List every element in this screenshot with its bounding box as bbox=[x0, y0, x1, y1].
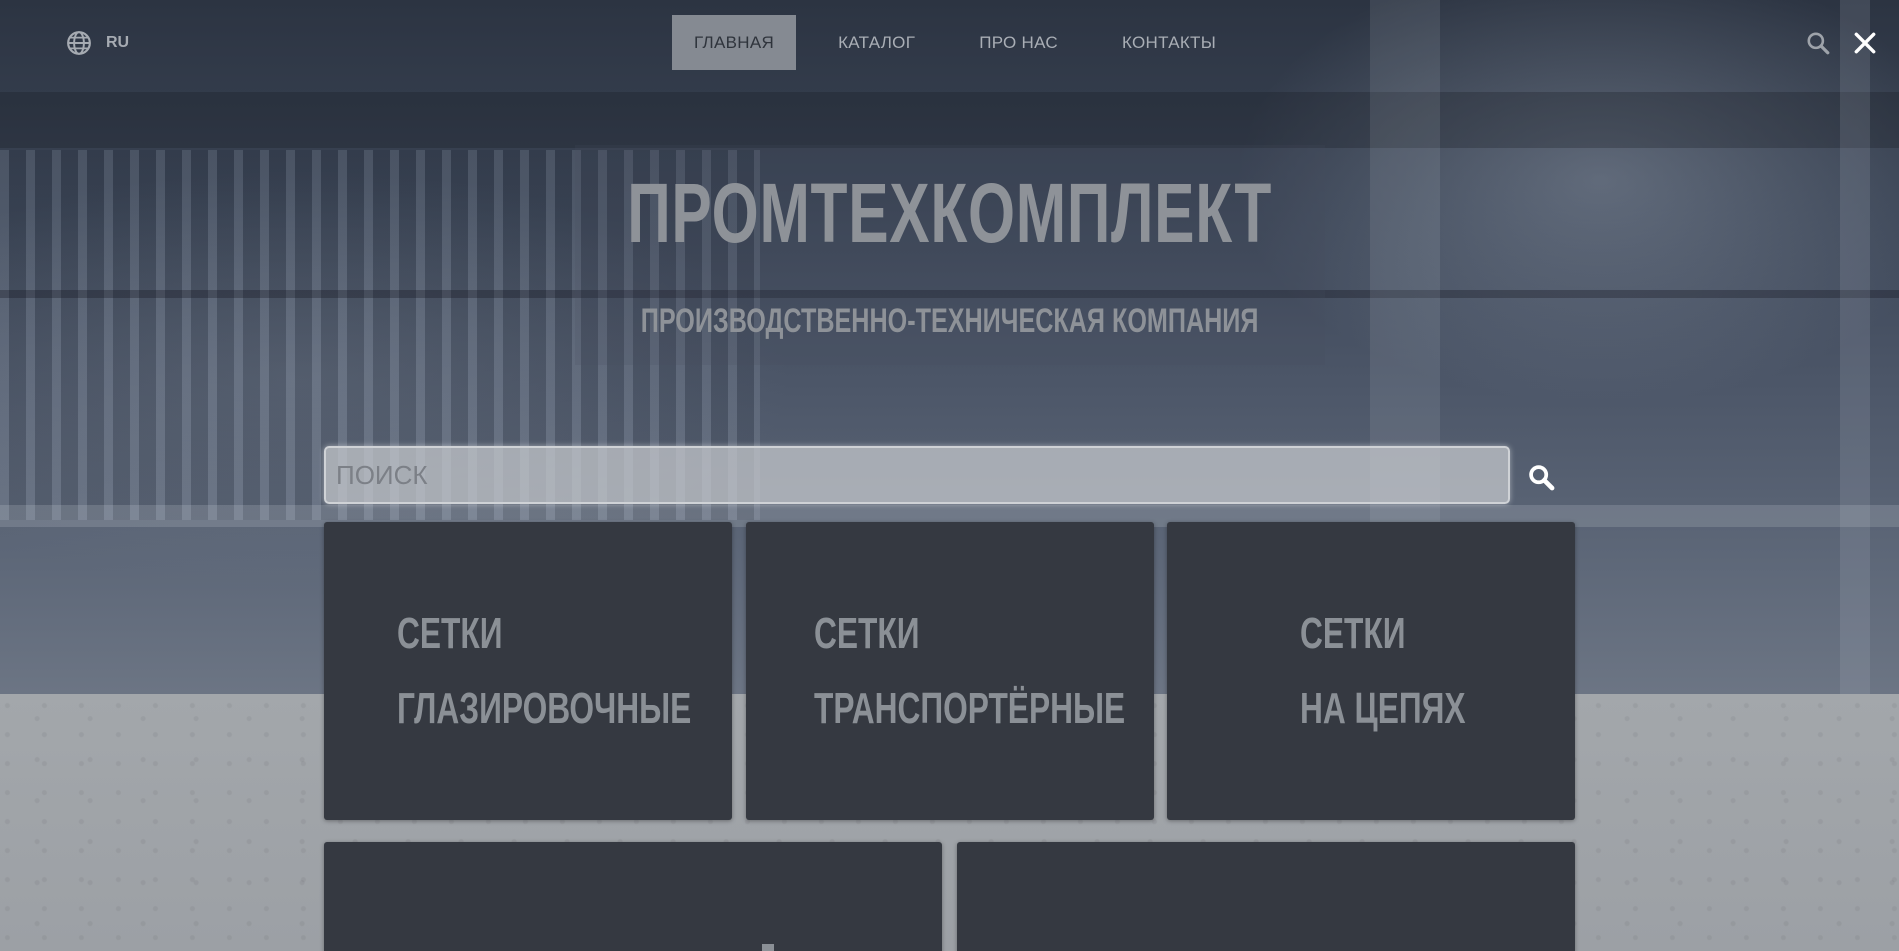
search-input[interactable] bbox=[324, 446, 1510, 504]
category-title-line: СЕТКИ bbox=[397, 609, 503, 658]
search-icon bbox=[1807, 32, 1830, 55]
search-submit-button[interactable] bbox=[1527, 463, 1555, 491]
nav-item-contacts[interactable]: КОНТАКТЫ bbox=[1100, 15, 1238, 70]
category-card-glyph bbox=[762, 944, 774, 951]
page-title: ПРОМТЕХКОМПЛЕКТ bbox=[627, 166, 1273, 260]
hero-beam-decoration bbox=[0, 92, 1899, 148]
close-button[interactable] bbox=[1852, 30, 1878, 56]
search-icon bbox=[1529, 465, 1555, 491]
page-subtitle: ПРОИЗВОДСТВЕННО-ТЕХНИЧЕСКАЯ КОМПАНИЯ bbox=[640, 302, 1259, 340]
language-label: RU bbox=[106, 34, 130, 51]
nav-item-home[interactable]: ГЛАВНАЯ bbox=[672, 15, 797, 70]
category-title-line: ТРАНСПОРТЁРНЫЕ bbox=[814, 684, 1126, 733]
header-search-button[interactable] bbox=[1805, 30, 1831, 56]
category-title-line: НА ЦЕПЯХ bbox=[1300, 684, 1466, 733]
category-title-line: СЕТКИ bbox=[814, 609, 920, 658]
nav-item-about[interactable]: ПРО НАС bbox=[957, 15, 1080, 70]
category-card[interactable] bbox=[324, 842, 942, 951]
globe-icon bbox=[67, 31, 91, 55]
category-title-line: СЕТКИ bbox=[1300, 609, 1406, 658]
nav-item-catalog[interactable]: КАТАЛОГ bbox=[816, 15, 937, 70]
hero-column-decoration bbox=[1840, 0, 1870, 694]
main-menu: ГЛАВНАЯ КАТАЛОГ ПРО НАС КОНТАКТЫ bbox=[672, 15, 1258, 70]
language-selector[interactable]: RU bbox=[66, 29, 129, 57]
close-icon bbox=[1854, 32, 1876, 54]
category-title-line: ГЛАЗИРОВОЧНЫЕ bbox=[397, 684, 692, 733]
category-card[interactable] bbox=[957, 842, 1575, 951]
